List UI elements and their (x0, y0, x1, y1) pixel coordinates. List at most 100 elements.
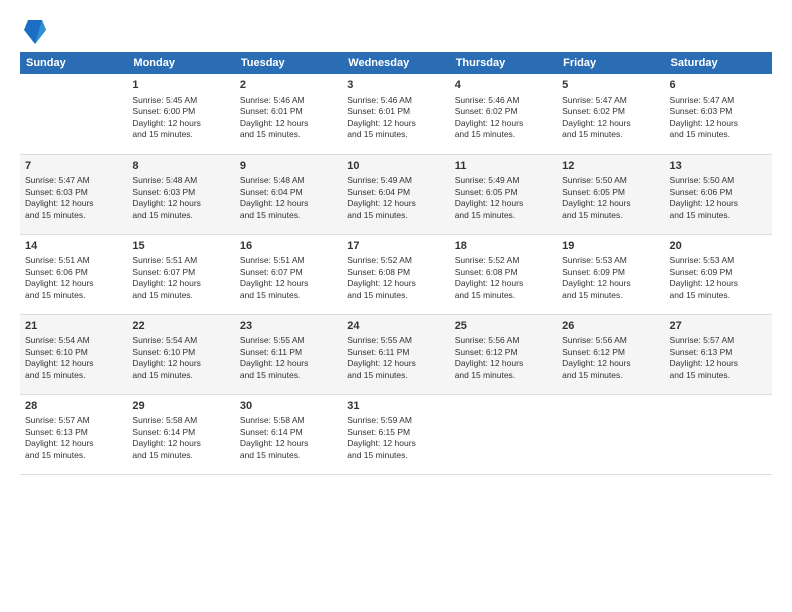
calendar-cell: 30Sunrise: 5:58 AM Sunset: 6:14 PM Dayli… (235, 394, 342, 474)
calendar-cell: 21Sunrise: 5:54 AM Sunset: 6:10 PM Dayli… (20, 314, 127, 394)
calendar-cell: 2 Sunrise: 5:46 AM Sunset: 6:01 PM Daylig… (235, 74, 342, 154)
day-info: Sunrise: 5:52 AM Sunset: 6:08 PM Dayligh… (455, 255, 552, 301)
calendar-cell: 10Sunrise: 5:49 AM Sunset: 6:04 PM Dayli… (342, 154, 449, 234)
day-info: Sunrise: 5:53 AM Sunset: 6:09 PM Dayligh… (670, 255, 767, 301)
day-info: Sunrise: 5:51 AM Sunset: 6:06 PM Dayligh… (25, 255, 122, 301)
day-info: Sunrise: 5:51 AM Sunset: 6:07 PM Dayligh… (132, 255, 229, 301)
week-row-2: 14Sunrise: 5:51 AM Sunset: 6:06 PM Dayli… (20, 234, 772, 314)
day-number: 24 (347, 319, 444, 334)
calendar-cell: 22Sunrise: 5:54 AM Sunset: 6:10 PM Dayli… (127, 314, 234, 394)
calendar-cell: 6Sunrise: 5:47 AM Sunset: 6:03 PM Daylig… (665, 74, 772, 154)
calendar-header: SundayMondayTuesdayWednesdayThursdayFrid… (20, 52, 772, 74)
day-info: Sunrise: 5:54 AM Sunset: 6:10 PM Dayligh… (132, 335, 229, 381)
day-info: Sunrise: 5:48 AM Sunset: 6:03 PM Dayligh… (132, 175, 229, 221)
day-info: Sunrise: 5:57 AM Sunset: 6:13 PM Dayligh… (670, 335, 767, 381)
calendar-cell: 1Sunrise: 5:45 AM Sunset: 6:00 PM Daylig… (127, 74, 234, 154)
day-number: 14 (25, 239, 122, 254)
day-info: Sunrise: 5:52 AM Sunset: 6:08 PM Dayligh… (347, 255, 444, 301)
day-info: Sunrise: 5:50 AM Sunset: 6:06 PM Dayligh… (670, 175, 767, 221)
calendar-cell: 15Sunrise: 5:51 AM Sunset: 6:07 PM Dayli… (127, 234, 234, 314)
header-day-friday: Friday (557, 52, 664, 74)
day-number: 9 (240, 159, 337, 174)
header-day-monday: Monday (127, 52, 234, 74)
day-info: Sunrise: 5:49 AM Sunset: 6:05 PM Dayligh… (455, 175, 552, 221)
day-number: 2 (240, 78, 337, 93)
day-number: 16 (240, 239, 337, 254)
calendar-cell: 29Sunrise: 5:58 AM Sunset: 6:14 PM Dayli… (127, 394, 234, 474)
day-info: Sunrise: 5:53 AM Sunset: 6:09 PM Dayligh… (562, 255, 659, 301)
day-number: 21 (25, 319, 122, 334)
calendar-cell (20, 74, 127, 154)
day-number: 22 (132, 319, 229, 334)
day-number: 27 (670, 319, 767, 334)
calendar-cell (557, 394, 664, 474)
day-info: Sunrise: 5:47 AM Sunset: 6:03 PM Dayligh… (670, 95, 767, 141)
calendar-body: 1Sunrise: 5:45 AM Sunset: 6:00 PM Daylig… (20, 74, 772, 474)
calendar-cell: 31Sunrise: 5:59 AM Sunset: 6:15 PM Dayli… (342, 394, 449, 474)
header-day-thursday: Thursday (450, 52, 557, 74)
day-number: 18 (455, 239, 552, 254)
day-info: Sunrise: 5:54 AM Sunset: 6:10 PM Dayligh… (25, 335, 122, 381)
day-number: 8 (132, 159, 229, 174)
day-info: Sunrise: 5:47 AM Sunset: 6:02 PM Dayligh… (562, 95, 659, 141)
day-number: 25 (455, 319, 552, 334)
week-row-1: 7Sunrise: 5:47 AM Sunset: 6:03 PM Daylig… (20, 154, 772, 234)
calendar-cell: 18Sunrise: 5:52 AM Sunset: 6:08 PM Dayli… (450, 234, 557, 314)
day-number: 31 (347, 399, 444, 414)
header-day-sunday: Sunday (20, 52, 127, 74)
day-info: Sunrise: 5:56 AM Sunset: 6:12 PM Dayligh… (455, 335, 552, 381)
day-info: Sunrise: 5:51 AM Sunset: 6:07 PM Dayligh… (240, 255, 337, 301)
day-info: Sunrise: 5:55 AM Sunset: 6:11 PM Dayligh… (347, 335, 444, 381)
calendar-cell: 5Sunrise: 5:47 AM Sunset: 6:02 PM Daylig… (557, 74, 664, 154)
calendar-cell: 17Sunrise: 5:52 AM Sunset: 6:08 PM Dayli… (342, 234, 449, 314)
week-row-4: 28Sunrise: 5:57 AM Sunset: 6:13 PM Dayli… (20, 394, 772, 474)
day-number: 20 (670, 239, 767, 254)
header-day-saturday: Saturday (665, 52, 772, 74)
week-row-3: 21Sunrise: 5:54 AM Sunset: 6:10 PM Dayli… (20, 314, 772, 394)
calendar-cell: 13Sunrise: 5:50 AM Sunset: 6:06 PM Dayli… (665, 154, 772, 234)
day-number: 28 (25, 399, 122, 414)
header-day-wednesday: Wednesday (342, 52, 449, 74)
day-number: 4 (455, 78, 552, 93)
header-day-tuesday: Tuesday (235, 52, 342, 74)
calendar-cell: 25Sunrise: 5:56 AM Sunset: 6:12 PM Dayli… (450, 314, 557, 394)
day-number: 10 (347, 159, 444, 174)
day-number: 17 (347, 239, 444, 254)
day-info: Sunrise: 5:50 AM Sunset: 6:05 PM Dayligh… (562, 175, 659, 221)
day-number: 11 (455, 159, 552, 174)
calendar-cell: 16Sunrise: 5:51 AM Sunset: 6:07 PM Dayli… (235, 234, 342, 314)
calendar-cell: 4 Sunrise: 5:46 AM Sunset: 6:02 PM Daylig… (450, 74, 557, 154)
day-info: Sunrise: 5:49 AM Sunset: 6:04 PM Dayligh… (347, 175, 444, 221)
day-info: Sunrise: 5:46 AM Sunset: 6:01 PM Dayligh… (240, 95, 337, 141)
calendar-cell (665, 394, 772, 474)
calendar-cell: 11Sunrise: 5:49 AM Sunset: 6:05 PM Dayli… (450, 154, 557, 234)
calendar-cell (450, 394, 557, 474)
day-info: Sunrise: 5:47 AM Sunset: 6:03 PM Dayligh… (25, 175, 122, 221)
day-info: Sunrise: 5:58 AM Sunset: 6:14 PM Dayligh… (240, 415, 337, 461)
page: SundayMondayTuesdayWednesdayThursdayFrid… (0, 0, 792, 612)
calendar-cell: 3 Sunrise: 5:46 AM Sunset: 6:01 PM Daylig… (342, 74, 449, 154)
day-info: Sunrise: 5:59 AM Sunset: 6:15 PM Dayligh… (347, 415, 444, 461)
day-number: 26 (562, 319, 659, 334)
day-info: Sunrise: 5:48 AM Sunset: 6:04 PM Dayligh… (240, 175, 337, 221)
calendar-cell: 7Sunrise: 5:47 AM Sunset: 6:03 PM Daylig… (20, 154, 127, 234)
day-info: Sunrise: 5:45 AM Sunset: 6:00 PM Dayligh… (132, 95, 229, 141)
calendar-cell: 27Sunrise: 5:57 AM Sunset: 6:13 PM Dayli… (665, 314, 772, 394)
day-info: Sunrise: 5:46 AM Sunset: 6:01 PM Dayligh… (347, 95, 444, 141)
day-info: Sunrise: 5:55 AM Sunset: 6:11 PM Dayligh… (240, 335, 337, 381)
day-number: 15 (132, 239, 229, 254)
calendar-cell: 24Sunrise: 5:55 AM Sunset: 6:11 PM Dayli… (342, 314, 449, 394)
calendar-cell: 28Sunrise: 5:57 AM Sunset: 6:13 PM Dayli… (20, 394, 127, 474)
day-number: 13 (670, 159, 767, 174)
logo-icon (24, 18, 46, 46)
day-info: Sunrise: 5:46 AM Sunset: 6:02 PM Dayligh… (455, 95, 552, 141)
logo (20, 18, 46, 46)
day-info: Sunrise: 5:57 AM Sunset: 6:13 PM Dayligh… (25, 415, 122, 461)
calendar-cell: 26Sunrise: 5:56 AM Sunset: 6:12 PM Dayli… (557, 314, 664, 394)
day-number: 19 (562, 239, 659, 254)
calendar-cell: 9Sunrise: 5:48 AM Sunset: 6:04 PM Daylig… (235, 154, 342, 234)
day-number: 3 (347, 78, 444, 93)
day-info: Sunrise: 5:56 AM Sunset: 6:12 PM Dayligh… (562, 335, 659, 381)
day-number: 30 (240, 399, 337, 414)
day-number: 12 (562, 159, 659, 174)
